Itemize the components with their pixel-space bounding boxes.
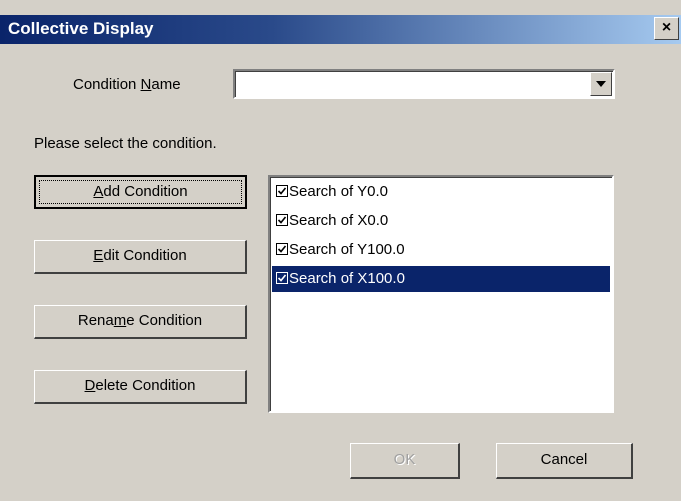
condition-name-combobox[interactable] [233, 69, 615, 99]
condition-name-label: Condition Name [73, 76, 181, 93]
ok-button[interactable]: OK [350, 443, 460, 479]
condition-list-item[interactable]: Search of X0.0 [272, 208, 610, 234]
condition-label: Search of Y100.0 [289, 241, 405, 258]
instruction-text: Please select the condition. [34, 135, 217, 152]
condition-label: Search of Y0.0 [289, 183, 388, 200]
window-title: Collective Display [8, 19, 154, 38]
collective-display-dialog: Collective Display × Condition Name Plea… [0, 0, 681, 501]
chevron-down-icon [596, 81, 606, 87]
checkbox-icon[interactable] [276, 185, 288, 198]
condition-label: Search of X0.0 [289, 212, 389, 229]
condition-list-item[interactable]: Search of Y100.0 [272, 237, 610, 263]
checkbox-icon[interactable] [276, 272, 288, 285]
close-button[interactable]: × [654, 17, 679, 40]
checkbox-icon[interactable] [276, 243, 288, 256]
title-bar: Collective Display × [0, 15, 681, 44]
edit-condition-button[interactable]: Edit Condition [34, 240, 247, 274]
delete-condition-button[interactable]: Delete Condition [34, 370, 247, 404]
focus-rectangle [39, 180, 242, 204]
cancel-button[interactable]: Cancel [496, 443, 633, 479]
condition-label: Search of X100.0 [289, 270, 405, 287]
combobox-dropdown-button[interactable] [590, 72, 612, 96]
add-condition-button[interactable]: Add Condition [34, 175, 247, 209]
condition-list-item-selected[interactable]: Search of X100.0 [272, 266, 610, 292]
close-icon: × [661, 19, 672, 36]
rename-condition-button[interactable]: Rename Condition [34, 305, 247, 339]
checkbox-icon[interactable] [276, 214, 288, 227]
condition-list[interactable]: Search of Y0.0 Search of X0.0 Search of … [268, 175, 614, 413]
condition-list-item[interactable]: Search of Y0.0 [272, 179, 610, 205]
